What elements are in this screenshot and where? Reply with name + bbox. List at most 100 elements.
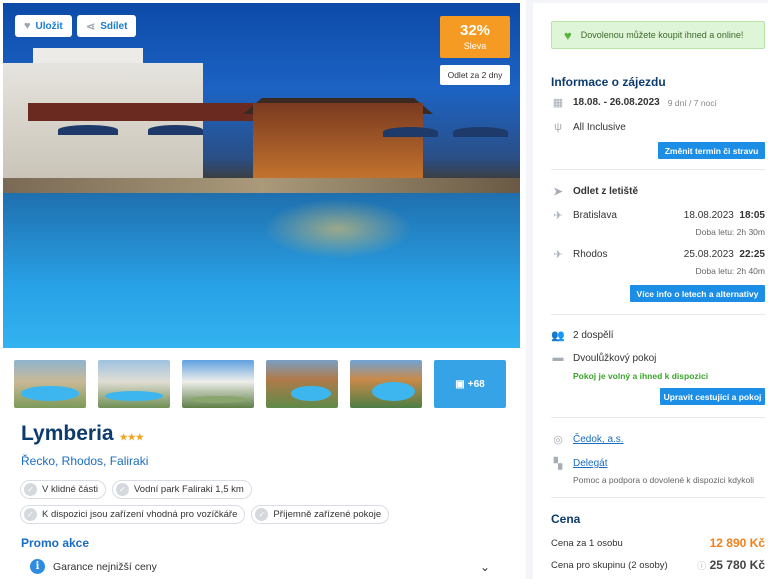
travelers-row: 👥 2 dospělí <box>551 329 614 342</box>
buy-online-banner: ♥ Dovolenou můžete koupit ihned a online… <box>551 21 765 49</box>
dates-row: ▦ 18.08. - 26.08.2023 9 dní / 7 nocí <box>551 96 717 109</box>
plane-icon: ➤ <box>553 186 563 198</box>
star-rating: ★★★ <box>119 432 144 442</box>
photo-roof <box>28 103 258 121</box>
divider <box>551 169 765 170</box>
change-date-board-button[interactable]: Změnit termín či stravu <box>658 142 765 159</box>
price-per-person-row: Cena za 1 osobu 12 890 Kč <box>551 536 765 550</box>
hotel-name: Lymberia <box>21 422 114 445</box>
price-group-row: Cena pro skupinu (2 osoby) ⓘ 25 780 Kč <box>551 558 765 572</box>
share-button[interactable]: ⋖ Sdílet <box>77 15 137 37</box>
thumbnail[interactable] <box>14 360 86 408</box>
info-icon[interactable]: ⓘ <box>697 561 706 571</box>
thumbnail[interactable] <box>98 360 170 408</box>
hotel-hero-photo[interactable]: ♥ Uložit ⋖ Sdílet 32% Sleva Odlet za 2 d… <box>3 3 520 348</box>
delegate-note: Pomoc a podpora o dovolené k dispozici k… <box>573 475 754 485</box>
flight-info-button[interactable]: Více info o letech a alternativy <box>630 285 765 302</box>
trip-dates: 18.08. - 26.08.2023 <box>573 97 660 108</box>
hotel-location[interactable]: Řecko, Rhodos, Faliraki <box>21 454 148 468</box>
trip-info-title: Informace o zájezdu <box>551 75 666 89</box>
share-icon: ⋖ <box>86 20 96 33</box>
photo-umbrella <box>58 125 118 135</box>
departure-badge: Odlet za 2 dny <box>440 65 510 85</box>
tag-chip: ✓ K dispozici jsou zařízení vhodná pro vo… <box>20 505 246 524</box>
return-duration: Doba letu: 2h 40m <box>695 266 765 276</box>
price-per-person: 12 890 Kč <box>709 536 765 550</box>
landing-icon: ✈ <box>553 249 563 261</box>
guarantee-row[interactable]: i Garance nejnižší ceny <box>30 559 157 574</box>
price-per-person-label: Cena za 1 osobu <box>551 538 623 549</box>
return-flight-row: ✈ Rhodos <box>551 248 607 261</box>
save-button[interactable]: ♥ Uložit <box>15 15 72 37</box>
hotel-tags: ✓ V klidné části ✓ Vodní park Faliraki 1,5… <box>20 480 460 524</box>
delegate-link[interactable]: Delegát <box>573 458 607 469</box>
discount-label: Sleva <box>463 41 487 51</box>
check-icon: ✓ <box>24 508 37 521</box>
gallery-icon: ▣ <box>455 378 465 390</box>
trip-duration: 9 dní / 7 nocí <box>667 97 717 108</box>
bed-icon: ▬ <box>552 352 564 364</box>
edit-travelers-button[interactable]: Upravit cestující a pokoj <box>660 388 765 405</box>
photo-pool <box>3 193 520 348</box>
promo-title: Promo akce <box>21 536 90 550</box>
thumbnail[interactable] <box>266 360 338 408</box>
outbound-flight-row: ✈ Bratislava <box>551 209 617 222</box>
tag-chip: ✓ Příjemně zařízené pokoje <box>251 505 390 524</box>
agency-row: ◎ Čedok, a.s. <box>551 433 624 446</box>
outbound-date: 18.08.2023 <box>683 210 734 221</box>
outbound-datetime: 18.08.2023 18:05 <box>684 210 765 221</box>
divider <box>551 497 765 498</box>
return-time: 22:25 <box>739 249 765 260</box>
calendar-icon: ▦ <box>552 97 564 109</box>
thumbnail[interactable] <box>350 360 422 408</box>
return-datetime: 25.08.2023 22:25 <box>684 249 765 260</box>
room-type: Dvoulůžkový pokoj <box>573 352 657 364</box>
tag-label: K dispozici jsou zařízení vhodná pro voz… <box>42 509 238 520</box>
photo-umbrella <box>148 125 203 135</box>
discount-badge: 32% Sleva <box>440 16 510 58</box>
travelers-count: 2 dospělí <box>573 330 614 341</box>
people-icon: 👥 <box>551 330 565 342</box>
photo-thumbnails: ▣ +68 <box>14 360 508 408</box>
thumbnail[interactable] <box>182 360 254 408</box>
discount-percent: 32% <box>459 22 491 39</box>
check-icon: ✓ <box>24 483 37 496</box>
price-group-label: Cena pro skupinu (2 osoby) <box>551 560 668 571</box>
tag-label: Vodní park Faliraki 1,5 km <box>133 484 244 495</box>
outbound-city: Bratislava <box>573 210 617 221</box>
return-city: Rhodos <box>573 249 608 260</box>
photo-umbrella <box>453 127 508 137</box>
offer-main-panel: ♥ Uložit ⋖ Sdílet 32% Sleva Odlet za 2 d… <box>0 0 526 579</box>
return-date: 25.08.2023 <box>683 249 734 260</box>
tag-chip: ✓ V klidné části <box>20 480 106 499</box>
share-label: Sdílet <box>100 20 128 32</box>
departure-title: Odlet z letiště <box>573 186 639 197</box>
info-icon: i <box>30 559 45 574</box>
outbound-time: 18:05 <box>739 210 765 221</box>
price-group-value: 25 780 Kč <box>709 558 765 572</box>
price-title: Cena <box>551 512 581 526</box>
departure-title-row: ➤ Odlet z letiště <box>551 185 638 198</box>
price-group: ⓘ 25 780 Kč <box>697 558 765 572</box>
check-icon: ✓ <box>255 508 269 521</box>
room-row: ▬ Dvoulůžkový pokoj <box>551 352 657 364</box>
chevron-down-icon[interactable]: ⌄ <box>480 560 490 574</box>
delegate-row: ▚ Delegát <box>551 457 608 470</box>
chat-icon: ▚ <box>553 458 563 470</box>
heart-icon: ♥ <box>564 27 572 43</box>
outbound-duration: Doba letu: 2h 30m <box>695 227 765 237</box>
photo-pool-bar <box>253 103 423 183</box>
photo-building <box>3 63 203 183</box>
divider <box>551 314 765 315</box>
agency-link[interactable]: Čedok, a.s. <box>573 434 624 445</box>
tag-label: V klidné části <box>42 484 98 495</box>
more-photos-button[interactable]: ▣ +68 <box>434 360 506 408</box>
banner-text: Dovolenou můžete koupit ihned a online! <box>580 30 744 40</box>
board-row: ψ All Inclusive <box>551 121 626 133</box>
tag-chip: ✓ Vodní park Faliraki 1,5 km <box>111 480 252 499</box>
save-label: Uložit <box>35 20 63 32</box>
photo-reflection <box>263 199 413 259</box>
guarantee-label: Garance nejnižší ceny <box>53 560 157 573</box>
check-icon: ✓ <box>115 483 129 496</box>
booking-sidebar: ♥ Dovolenou můžete koupit ihned a online… <box>533 3 768 579</box>
